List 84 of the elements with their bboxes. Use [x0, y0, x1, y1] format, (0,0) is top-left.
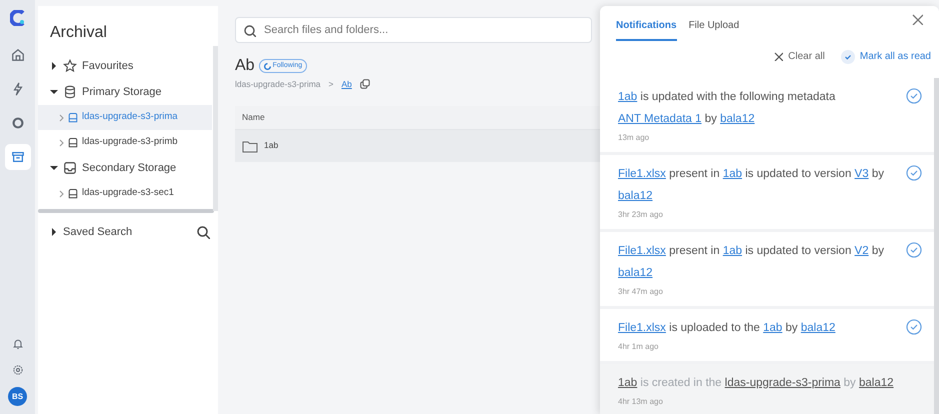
notification-card[interactable]: File1.xlsx present in 1ab is updated to version V2 by bala12 3hr 47m ago	[600, 232, 934, 309]
chevron-icon	[58, 138, 64, 146]
ring-icon	[10, 116, 24, 130]
chevron-icon	[58, 114, 64, 122]
sidebar-title: Archival	[49, 23, 108, 43]
tree-item[interactable]: ldas-upgrade-s3-sec1	[38, 181, 212, 206]
close-button[interactable]	[912, 14, 923, 25]
link[interactable]: 1ab	[618, 91, 638, 103]
breadcrumb-separator: >	[328, 78, 334, 91]
drive-icon	[67, 136, 79, 148]
timestamp: 4hr 1m ago	[618, 341, 660, 353]
tree-item[interactable]: ldas-upgrade-s3-primb	[38, 130, 212, 155]
link[interactable]: ldas-upgrade-s3-prima	[724, 377, 840, 389]
search-icon	[196, 225, 210, 239]
drive-icon	[67, 188, 79, 200]
caret-right-icon	[50, 62, 58, 70]
tray-icon	[63, 161, 77, 175]
timestamp: 3hr 47m ago	[618, 286, 664, 298]
check-circle-icon	[906, 88, 922, 104]
close-icon	[912, 14, 923, 25]
search-field[interactable]: Search files and folders...	[235, 17, 592, 43]
link[interactable]: V2	[854, 245, 869, 257]
logo-icon	[10, 10, 26, 26]
check-circle-icon	[906, 165, 922, 181]
link[interactable]: File1.xlsx	[618, 245, 666, 257]
link[interactable]: bala12	[720, 113, 755, 125]
settings-icon	[12, 364, 24, 376]
timestamp: 4hr 13m ago	[618, 396, 664, 408]
nav-button[interactable]	[4, 144, 30, 170]
tree-item[interactable]: Favourites	[38, 53, 212, 79]
clear-all-button[interactable]: Clear all	[774, 49, 825, 64]
saved-search-toggle[interactable]: Saved Search	[38, 219, 196, 245]
caret-down-icon	[50, 88, 58, 96]
folder-title: Ab	[235, 56, 255, 76]
link[interactable]: 1ab	[763, 322, 782, 334]
search-icon	[243, 24, 256, 37]
home-icon	[10, 48, 24, 62]
notification-message: 1ab is updated with the following metadata ANT Metadata 1 by bala12	[618, 90, 836, 127]
link[interactable]: bala12	[618, 267, 653, 279]
tab[interactable]: File Upload	[688, 18, 740, 41]
notification-card[interactable]: 1ab is created in the ldas-upgrade-s3-prima by bala12 4hr 13m ago	[600, 364, 934, 414]
folder-icon	[242, 138, 258, 153]
link[interactable]: 1ab	[618, 377, 638, 389]
check-circle-icon	[906, 242, 922, 258]
mark-all-read-button[interactable]: Mark all as read	[840, 49, 931, 64]
link[interactable]: ANT Metadata 1	[618, 113, 702, 125]
link[interactable]: bala12	[618, 190, 653, 202]
check-circle-icon	[906, 319, 922, 335]
lightning-icon	[10, 82, 24, 96]
notification-card[interactable]: File1.xlsx present in 1ab is updated to version V3 by bala12 3hr 23m ago	[600, 155, 934, 232]
caret-right-icon	[50, 228, 58, 236]
notification-message: File1.xlsx present in 1ab is updated to version V2 by bala12	[618, 244, 885, 281]
table-row[interactable]: 1ab	[235, 130, 600, 162]
chevron-icon	[58, 190, 64, 198]
archive-icon	[10, 150, 24, 164]
link[interactable]: File1.xlsx	[618, 168, 666, 180]
breadcrumb-link[interactable]: ldas-upgrade-s3-prima	[235, 78, 321, 91]
caret-down-icon	[50, 164, 58, 172]
drive-icon	[67, 112, 79, 124]
database-icon	[63, 85, 77, 99]
link[interactable]: 1ab	[722, 245, 742, 257]
tree-item[interactable]: Secondary Storage	[38, 155, 212, 181]
link[interactable]: bala12	[859, 377, 894, 389]
link[interactable]: 1ab	[722, 168, 742, 180]
close-icon	[774, 52, 784, 61]
notification-message: File1.xlsx is uploaded to the 1ab by bala12	[618, 321, 836, 336]
bell-icon	[12, 338, 24, 350]
link[interactable]: V3	[854, 168, 869, 180]
timestamp: 3hr 23m ago	[618, 209, 664, 221]
notification-message: File1.xlsx present in 1ab is updated to version V3 by bala12	[618, 167, 885, 204]
check-icon	[840, 50, 855, 64]
link[interactable]: File1.xlsx	[618, 322, 666, 334]
timestamp: 13m ago	[618, 132, 650, 144]
tab[interactable]: Notifications	[616, 18, 677, 41]
notification-card[interactable]: 1ab is updated with the following metadata ANT Metadata 1 by bala12 13m ago	[600, 78, 934, 155]
link[interactable]: bala12	[800, 322, 836, 334]
star-icon	[63, 59, 77, 73]
breadcrumb-current[interactable]: Ab	[341, 78, 352, 91]
user-avatar[interactable]: BS	[8, 387, 27, 406]
tree-item[interactable]: ldas-upgrade-s3-prima	[38, 105, 212, 130]
tree-item[interactable]: Primary Storage	[38, 79, 212, 105]
copy-icon	[360, 79, 370, 90]
sync-icon	[264, 62, 271, 70]
notification-message: 1ab is created in the ldas-upgrade-s3-prima by bala12	[618, 376, 895, 391]
